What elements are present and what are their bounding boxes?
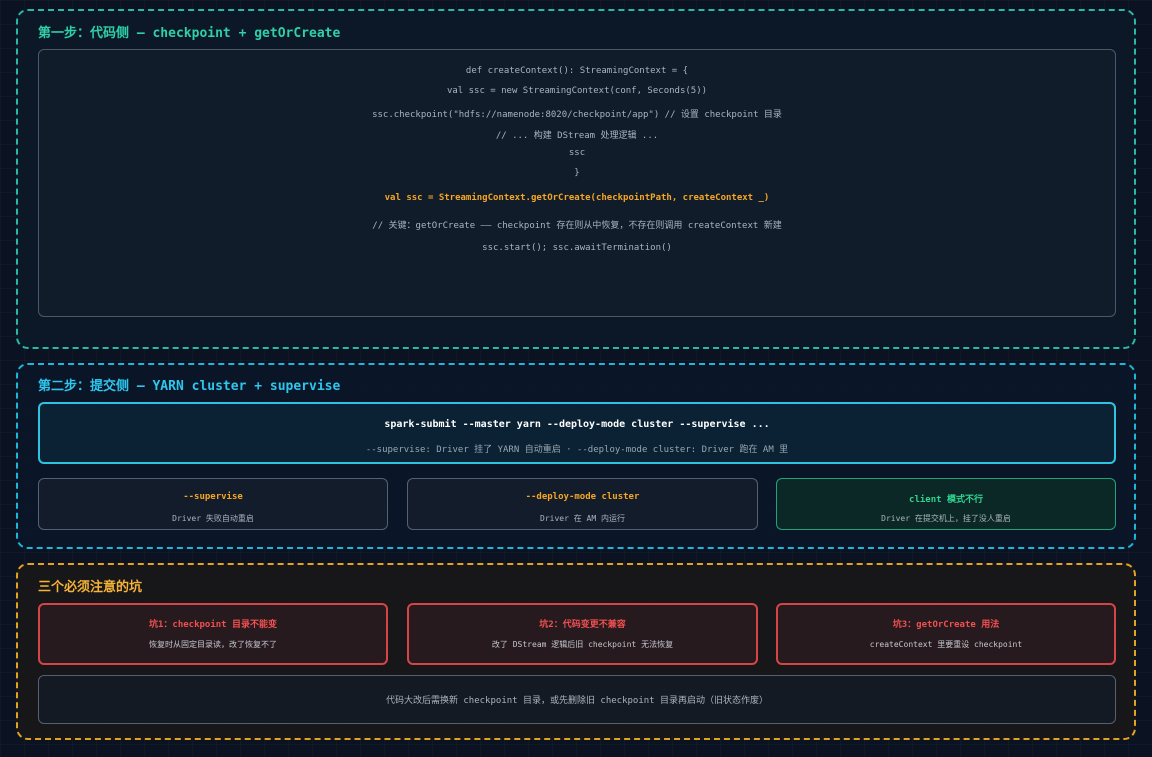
code-comment: // 关键：getOrCreate —— checkpoint 存在则从中恢复，… [372, 221, 782, 231]
submit-command: spark-submit --master yarn --deploy-mode… [384, 419, 770, 430]
card-subtitle: Driver 在 AM 内运行 [540, 514, 625, 523]
code-line: ssc.start(); ssc.awaitTermination() [482, 243, 672, 253]
card-title: --supervise [183, 492, 243, 502]
code-line: } [574, 168, 580, 178]
pitfall-title: 坑2：代码变更不兼容 [539, 620, 626, 630]
code-line: ssc.checkpoint("hdfs://namenode:8020/che… [372, 110, 782, 120]
code-line: def createContext(): StreamingContext = … [465, 66, 689, 76]
step1-title: 第一步：代码侧 — checkpoint + getOrCreate [38, 26, 341, 41]
pitfall-card: 坑1：checkpoint 目录不能变 恢复时从固定目录读，改了恢复不了 [38, 603, 388, 665]
pitfalls-section: 三个必须注意的坑 坑1：checkpoint 目录不能变 恢复时从固定目录读，改… [16, 563, 1136, 740]
pitfall-subtitle: createContext 里要重设 checkpoint [869, 640, 1023, 649]
code-line: // ... 构建 DStream 处理逻辑 ... [495, 131, 659, 141]
note-text: 代码大改后需换新 checkpoint 目录，或先删除旧 checkpoint … [385, 696, 769, 706]
note-box: 代码大改后需换新 checkpoint 目录，或先删除旧 checkpoint … [38, 675, 1116, 724]
code-line: ssc [568, 148, 586, 158]
pitfall-card: 坑2：代码变更不兼容 改了 DStream 逻辑后旧 checkpoint 无法… [407, 603, 758, 665]
code-line: val ssc = new StreamingContext(conf, Sec… [446, 86, 708, 96]
supervise-card: --supervise Driver 失败自动重启 [38, 478, 388, 530]
card-subtitle: Driver 失败自动重启 [172, 514, 254, 523]
client-mode-card: client 模式不行 Driver 在提交机上，挂了没人重启 [776, 478, 1116, 530]
card-title: --deploy-mode cluster [525, 492, 640, 502]
pitfall-title: 坑1：checkpoint 目录不能变 [148, 620, 278, 630]
step2-title: 第二步：提交侧 — YARN cluster + supervise [38, 379, 341, 394]
code-line-highlight: val ssc = StreamingContext.getOrCreate(c… [384, 193, 770, 203]
deploy-mode-card: --deploy-mode cluster Driver 在 AM 内运行 [407, 478, 758, 530]
card-subtitle: Driver 在提交机上，挂了没人重启 [881, 514, 1011, 523]
pitfall-card: 坑3：getOrCreate 用法 createContext 里要重设 che… [776, 603, 1116, 665]
pitfall-subtitle: 改了 DStream 逻辑后旧 checkpoint 无法恢复 [491, 640, 674, 649]
pitfall-subtitle: 恢复时从固定目录读，改了恢复不了 [149, 640, 277, 649]
pitfall-title: 坑3：getOrCreate 用法 [892, 620, 1000, 630]
command-box: spark-submit --master yarn --deploy-mode… [38, 402, 1116, 464]
step2-section: 第二步：提交侧 — YARN cluster + supervise spark… [16, 363, 1136, 549]
command-note: --supervise: Driver 挂了 YARN 自动重启 · --dep… [365, 445, 789, 455]
step1-section: 第一步：代码侧 — checkpoint + getOrCreate def c… [16, 9, 1136, 349]
code-block: def createContext(): StreamingContext = … [38, 49, 1116, 317]
card-title: client 模式不行 [909, 495, 983, 505]
pitfalls-title: 三个必须注意的坑 [38, 580, 143, 595]
